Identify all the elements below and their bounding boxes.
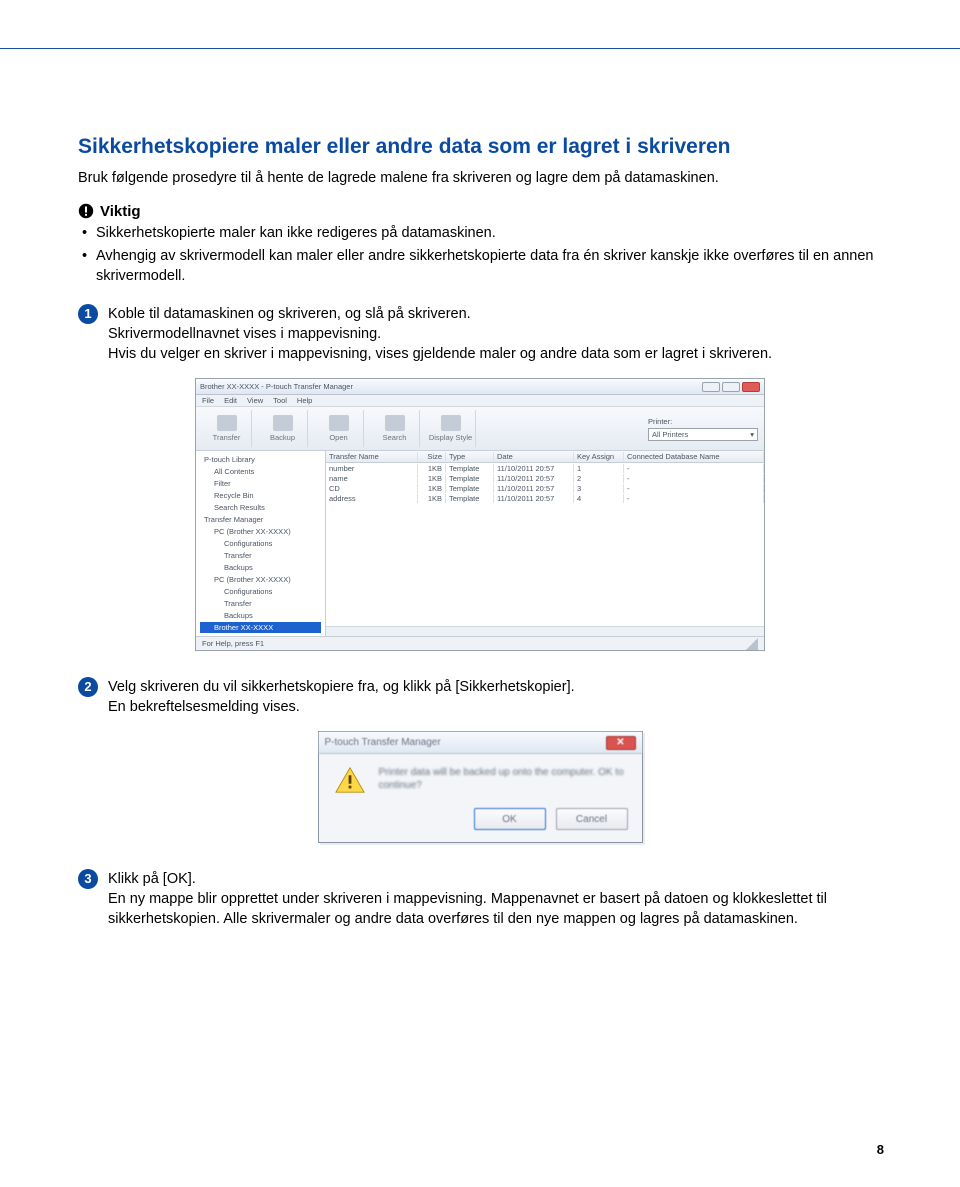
step-body: Klikk på [OK]. En ny mappe blir opprette… [108, 869, 882, 929]
chevron-down-icon: ▾ [750, 430, 754, 439]
search-icon [385, 415, 405, 431]
col-type[interactable]: Type [446, 452, 494, 461]
toolbar-label: Backup [270, 433, 295, 442]
toolbar-label: Transfer [213, 433, 241, 442]
header-rule [0, 48, 960, 49]
resize-grip[interactable] [746, 638, 758, 650]
dialog-ok-button[interactable]: OK [474, 808, 546, 830]
important-bullet: Sikkerhetskopierte maler kan ikke redige… [96, 224, 882, 244]
col-date[interactable]: Date [494, 452, 574, 461]
toolbar-search-button[interactable]: Search [370, 410, 420, 447]
toolbar-backup-button[interactable]: Backup [258, 410, 308, 447]
menu-bar: File Edit View Tool Help [196, 395, 764, 407]
tree-item[interactable]: Backups [200, 610, 321, 621]
important-icon [78, 203, 94, 219]
tree-item[interactable]: All Contents [200, 466, 321, 477]
toolbar-display-style-button[interactable]: Display Style [426, 410, 476, 447]
menu-edit[interactable]: Edit [224, 396, 237, 405]
tree-item[interactable]: PC (Brother XX-XXXX) [200, 526, 321, 537]
col-size[interactable]: Size [418, 452, 446, 461]
status-text: For Help, press F1 [202, 639, 264, 648]
status-bar: For Help, press F1 [196, 636, 764, 650]
col-key-assign[interactable]: Key Assign [574, 452, 624, 461]
display-style-icon [441, 415, 461, 431]
step-body: Velg skriveren du vil sikkerhetskopiere … [108, 677, 882, 717]
intro-paragraph: Bruk følgende prosedyre til å hente de l… [78, 169, 882, 189]
toolbar-transfer-button[interactable]: Transfer [202, 410, 252, 447]
list-header: Transfer Name Size Type Date Key Assign … [326, 451, 764, 463]
important-block: Viktig Sikkerhetskopierte maler kan ikke… [78, 203, 882, 287]
menu-view[interactable]: View [247, 396, 263, 405]
tree-item[interactable]: Transfer Manager [200, 514, 321, 525]
step-body: Koble til datamaskinen og skriveren, og … [108, 304, 882, 364]
tree-item[interactable]: Transfer [200, 550, 321, 561]
menu-tool[interactable]: Tool [273, 396, 287, 405]
transfer-manager-window: Brother XX-XXXX - P-touch Transfer Manag… [195, 378, 765, 651]
tree-item[interactable]: Configurations [200, 538, 321, 549]
folder-tree: P-touch LibraryAll ContentsFilterRecycle… [196, 451, 326, 636]
window-close-button[interactable] [742, 382, 760, 392]
list-row[interactable]: number1KBTemplate11/10/2011 20:571- [326, 463, 764, 473]
window-maximize-button[interactable] [722, 382, 740, 392]
toolbar: Transfer Backup Open Search Display Styl… [196, 407, 764, 451]
menu-help[interactable]: Help [297, 396, 312, 405]
window-titlebar[interactable]: Brother XX-XXXX - P-touch Transfer Manag… [196, 379, 764, 395]
dialog-close-button[interactable]: ✕ [606, 736, 636, 750]
page-number: 8 [877, 1142, 884, 1157]
step-number: 3 [78, 869, 98, 889]
toolbar-label: Display Style [429, 433, 472, 442]
tree-item[interactable]: Recycle Bin [200, 490, 321, 501]
transfer-icon [217, 415, 237, 431]
menu-file[interactable]: File [202, 396, 214, 405]
window-minimize-button[interactable] [702, 382, 720, 392]
step-2: 2 Velg skriveren du vil sikkerhetskopier… [78, 677, 882, 717]
tree-item[interactable]: Search Results [200, 502, 321, 513]
horizontal-scrollbar[interactable] [326, 626, 764, 636]
tree-item[interactable]: Filter [200, 478, 321, 489]
step-1: 1 Koble til datamaskinen og skriveren, o… [78, 304, 882, 364]
col-database[interactable]: Connected Database Name [624, 452, 764, 461]
toolbar-label: Search [383, 433, 407, 442]
tree-item[interactable]: Configurations [200, 586, 321, 597]
toolbar-open-button[interactable]: Open [314, 410, 364, 447]
open-icon [329, 415, 349, 431]
printer-value: All Printers [652, 430, 688, 439]
printer-label: Printer: [648, 417, 758, 426]
dialog-title: P-touch Transfer Manager [325, 737, 441, 748]
important-title: Viktig [100, 203, 141, 220]
warning-icon [335, 766, 365, 794]
list-blank-area [326, 503, 764, 626]
important-bullet: Avhengig av skrivermodell kan maler elle… [96, 247, 882, 286]
toolbar-label: Open [329, 433, 347, 442]
window-title: Brother XX-XXXX - P-touch Transfer Manag… [200, 382, 353, 391]
cancel-label: Cancel [576, 814, 607, 825]
step-3: 3 Klikk på [OK]. En ny mappe blir oppret… [78, 869, 882, 929]
confirm-dialog: P-touch Transfer Manager ✕ Printer data … [318, 731, 643, 843]
step-number: 2 [78, 677, 98, 697]
file-list: Transfer Name Size Type Date Key Assign … [326, 451, 764, 636]
dialog-cancel-button[interactable]: Cancel [556, 808, 628, 830]
page-content: Sikkerhetskopiere maler eller andre data… [0, 0, 960, 929]
printer-selector: Printer: All Printers ▾ [648, 410, 758, 447]
tree-item[interactable]: Brother XX-XXXX [200, 622, 321, 633]
backup-icon [273, 415, 293, 431]
ok-label: OK [502, 814, 516, 825]
section-heading: Sikkerhetskopiere maler eller andre data… [78, 135, 882, 159]
dialog-titlebar[interactable]: P-touch Transfer Manager ✕ [319, 732, 642, 754]
important-list: Sikkerhetskopierte maler kan ikke redige… [78, 224, 882, 287]
col-transfer-name[interactable]: Transfer Name [326, 452, 418, 461]
tree-item[interactable]: Transfer [200, 598, 321, 609]
list-row[interactable]: address1KBTemplate11/10/2011 20:574- [326, 493, 764, 503]
step-number: 1 [78, 304, 98, 324]
tree-item[interactable]: P-touch Library [200, 454, 321, 465]
tree-item[interactable]: PC (Brother XX-XXXX) [200, 574, 321, 585]
printer-dropdown[interactable]: All Printers ▾ [648, 428, 758, 441]
tree-item[interactable]: Backups [200, 562, 321, 573]
list-row[interactable]: name1KBTemplate11/10/2011 20:572- [326, 473, 764, 483]
dialog-message: Printer data will be backed up onto the … [379, 766, 626, 794]
list-row[interactable]: CD1KBTemplate11/10/2011 20:573- [326, 483, 764, 493]
